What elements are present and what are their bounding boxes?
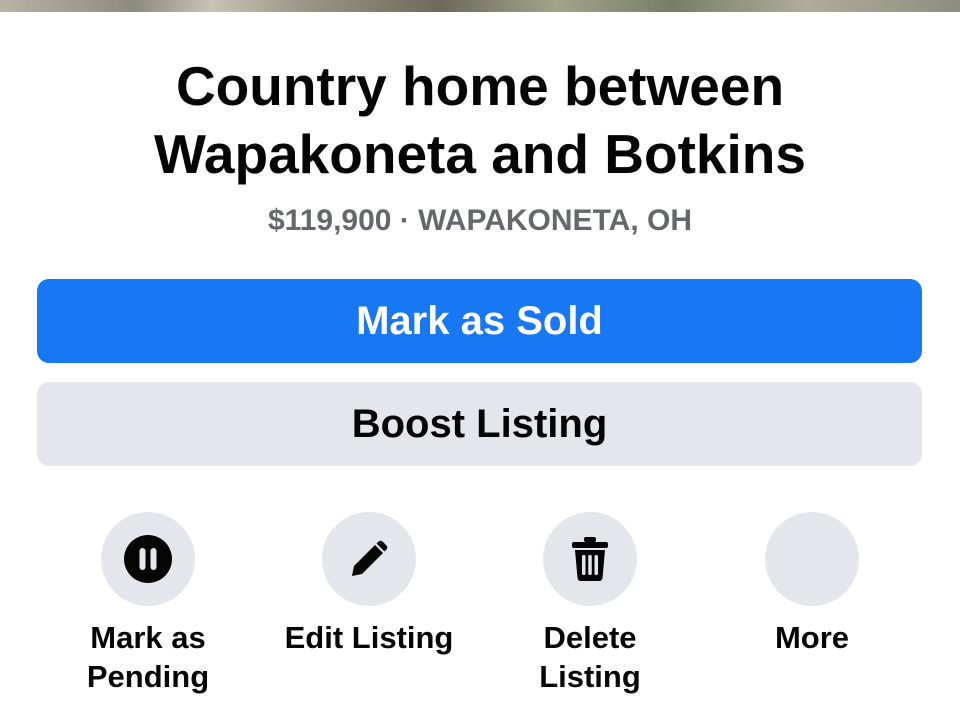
listing-photo	[0, 0, 960, 12]
more-label: More	[774, 620, 850, 655]
mark-as-pending-label: Mark as Pending	[86, 620, 210, 694]
listing-price-location: $119,900 · WAPAKONETA, OH	[267, 204, 692, 237]
edit-listing-button[interactable]: Edit Listing	[269, 512, 469, 657]
listing-title: Country home between Wapakoneta and Botk…	[154, 55, 806, 185]
delete-listing-label: Delete Listing	[539, 620, 641, 694]
edit-listing-label: Edit Listing	[284, 620, 454, 655]
listing-actions: Mark as Pending Edit Listing Delete List…	[37, 512, 922, 712]
more-button[interactable]: More	[712, 512, 912, 657]
pencil-icon	[352, 540, 388, 576]
more-icon[interactable]	[765, 512, 859, 606]
listing-options-sheet: Country home between Wapakoneta and Botk…	[0, 0, 960, 720]
mark-as-sold-button[interactable]: Mark as Sold	[37, 279, 922, 363]
pause-icon	[124, 535, 172, 583]
edit-listing-circle[interactable]	[322, 512, 416, 606]
mark-as-pending-button[interactable]: Mark as Pending	[48, 512, 248, 696]
mark-as-pending-circle[interactable]	[101, 512, 195, 606]
delete-listing-circle[interactable]	[543, 512, 637, 606]
trash-icon	[572, 537, 608, 581]
boost-listing-button[interactable]: Boost Listing	[37, 382, 922, 466]
delete-listing-button[interactable]: Delete Listing	[490, 512, 690, 696]
